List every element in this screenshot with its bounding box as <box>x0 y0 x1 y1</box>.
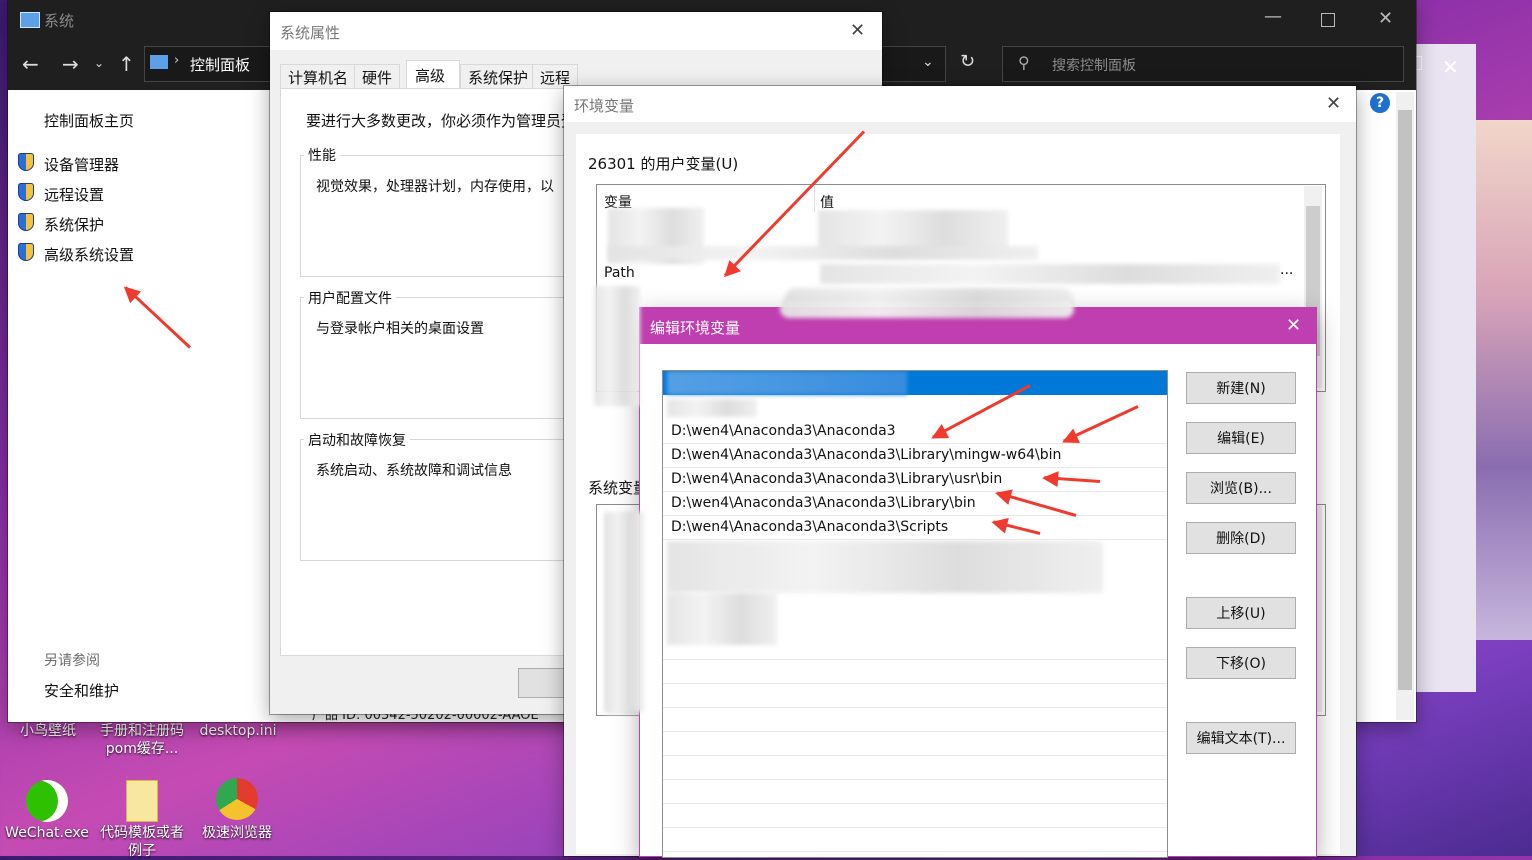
close-button[interactable]: ✕ <box>1378 8 1393 29</box>
system-window-title: 系统 <box>44 12 75 30</box>
startup-recovery-desc: 系统启动、系统故障和调试信息 <box>316 463 512 479</box>
folder-zip-icon[interactable] <box>126 780 158 822</box>
see-also-security-link[interactable]: 安全和维护 <box>44 680 119 701</box>
address-dropdown-icon[interactable]: ⌄ <box>922 54 934 70</box>
refresh-icon[interactable]: ↻ <box>960 51 975 72</box>
breadcrumb-chevron-icon: › <box>174 53 180 68</box>
path-list[interactable]: D:\wen4\Anaconda3\Anaconda3 D:\wen4\Anac… <box>662 370 1168 858</box>
privacy-blur-left <box>594 286 640 406</box>
tab-system-protection[interactable]: 系统保护 <box>460 64 537 91</box>
desktop-label-desktopini[interactable]: desktop.ini <box>194 722 282 740</box>
empty-row[interactable] <box>663 659 1167 684</box>
shield-icon <box>18 213 34 231</box>
system-window-icon <box>20 12 40 28</box>
user-profile-desc: 与登录帐户相关的桌面设置 <box>316 321 484 337</box>
admin-note: 要进行大多数更改，你必须作为管理员登 <box>306 112 577 130</box>
edit-env-dialog: 编辑环境变量 ✕ D:\wen4\Anaconda3\Anaconda3 D:\… <box>640 308 1316 858</box>
envvars-titlebar <box>564 86 1356 122</box>
desktop-icon-label-wechat[interactable]: WeChat.exe <box>0 824 94 842</box>
shield-icon <box>18 183 34 201</box>
empty-row[interactable] <box>663 635 1167 660</box>
breadcrumb-root[interactable]: 控制面板 <box>190 54 250 75</box>
performance-title: 性能 <box>304 145 340 165</box>
minimize-button[interactable]: — <box>1264 6 1282 27</box>
sysprops-title: 系统属性 <box>280 24 341 42</box>
startup-recovery-title: 启动和故障恢复 <box>304 430 410 450</box>
envvars-title: 环境变量 <box>574 97 635 115</box>
empty-row[interactable] <box>663 707 1167 732</box>
recent-dropdown-icon[interactable]: ⌄ <box>94 56 104 70</box>
browse-button[interactable]: 浏览(B)... <box>1186 472 1296 504</box>
path-row-label[interactable]: Path <box>604 265 635 281</box>
edit-button[interactable]: 编辑(E) <box>1186 422 1296 454</box>
sidebar-item-remote-settings[interactable]: 远程设置 <box>44 184 104 205</box>
new-button[interactable]: 新建(N) <box>1186 372 1296 404</box>
user-vars-title: 26301 的用户变量(U) <box>588 155 739 173</box>
wechat-icon[interactable] <box>26 780 68 822</box>
user-vars-header-val[interactable]: 值 <box>820 192 834 212</box>
empty-row[interactable] <box>663 683 1167 708</box>
tab-hardware[interactable]: 硬件 <box>354 64 401 91</box>
blurred-path-rows <box>667 541 1103 593</box>
privacy-blur-top <box>780 300 1074 318</box>
edit-env-close-icon[interactable]: ✕ <box>1286 317 1301 335</box>
desktop-icon-label-code-templates[interactable]: 代码模板或者例子 <box>94 824 190 860</box>
desktop-icon-label-fast-browser[interactable]: 极速浏览器 <box>190 824 284 842</box>
performance-desc: 视觉效果，处理器计划，内存使用，以 <box>316 179 554 195</box>
empty-row[interactable] <box>663 779 1167 804</box>
help-icon[interactable]: ? <box>1370 93 1390 113</box>
sys-vars-title: 系统变量 <box>588 479 649 497</box>
desktop-label-birdwallpaper[interactable]: 小鸟壁纸 <box>10 722 86 740</box>
blurred-path-row-1 <box>667 399 757 417</box>
move-up-button[interactable]: 上移(U) <box>1186 597 1296 629</box>
empty-row[interactable] <box>663 827 1167 852</box>
edit-env-title: 编辑环境变量 <box>650 319 741 337</box>
sidebar-item-advanced-settings[interactable]: 高级系统设置 <box>44 244 134 265</box>
forward-arrow-icon[interactable]: → <box>62 52 79 76</box>
background-figure-image <box>1476 120 1532 640</box>
see-also-title: 另请参阅 <box>44 653 100 669</box>
blurred-var-value <box>818 210 1008 250</box>
path-entry[interactable]: D:\wen4\Anaconda3\Anaconda3 <box>663 419 1167 444</box>
sysprops-titlebar <box>270 12 882 50</box>
tab-computer-name[interactable]: 计算机名 <box>280 64 357 91</box>
maximize-button[interactable] <box>1321 13 1335 27</box>
search-icon: ⚲ <box>1018 53 1030 72</box>
header-divider <box>814 186 815 212</box>
empty-row[interactable] <box>663 803 1167 828</box>
blurred-path-value <box>820 264 1280 284</box>
sidebar-home-link[interactable]: 控制面板主页 <box>44 110 134 131</box>
up-arrow-icon[interactable]: ↑ <box>118 52 135 76</box>
control-panel-icon <box>150 55 168 69</box>
sidebar-item-system-protection[interactable]: 系统保护 <box>44 214 104 235</box>
scroll-thumb[interactable] <box>1398 110 1412 690</box>
blurred-selected-path <box>667 371 907 395</box>
delete-button[interactable]: 删除(D) <box>1186 522 1296 554</box>
empty-row[interactable] <box>663 731 1167 756</box>
move-down-button[interactable]: 下移(O) <box>1186 647 1296 679</box>
shield-icon <box>18 153 34 171</box>
privacy-blur-left-2 <box>604 512 644 712</box>
background-app-close-icon[interactable]: ✕ <box>1442 55 1459 79</box>
path-entry[interactable]: D:\wen4\Anaconda3\Anaconda3\Library\bin <box>663 491 1167 516</box>
desktop-label-manual[interactable]: 手册和注册码pom缓存... <box>94 722 190 758</box>
path-entry[interactable]: D:\wen4\Anaconda3\Anaconda3\Scripts <box>663 515 1167 540</box>
sysprops-close-icon[interactable]: ✕ <box>850 22 865 40</box>
edit-text-button[interactable]: 编辑文本(T)... <box>1186 722 1296 754</box>
shield-icon <box>18 243 34 261</box>
back-arrow-icon[interactable]: ← <box>22 52 39 76</box>
path-value-ellipsis: ... <box>1280 262 1294 278</box>
empty-row[interactable] <box>663 755 1167 780</box>
path-entry[interactable]: D:\wen4\Anaconda3\Anaconda3\Library\ming… <box>663 443 1167 468</box>
browser-icon[interactable] <box>216 778 258 820</box>
envvars-close-icon[interactable]: ✕ <box>1326 95 1341 113</box>
blurred-var-row <box>608 246 1038 260</box>
user-profile-title: 用户配置文件 <box>304 288 396 308</box>
search-placeholder: 搜索控制面板 <box>1052 58 1136 74</box>
sidebar-item-device-manager[interactable]: 设备管理器 <box>44 154 119 175</box>
